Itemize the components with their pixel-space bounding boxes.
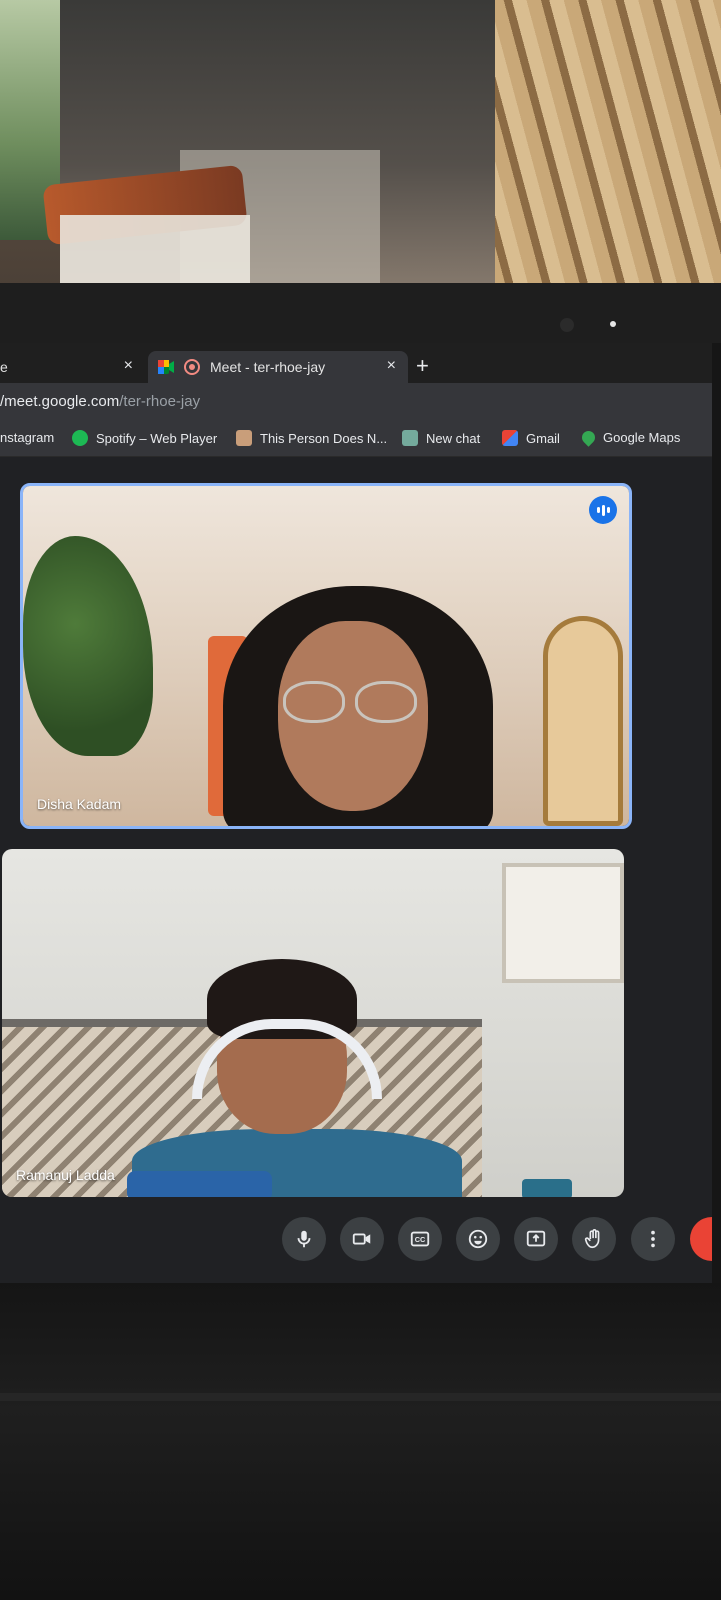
recording-icon xyxy=(184,359,200,375)
video-mug xyxy=(522,1179,572,1197)
bookmark-new-chat[interactable]: New chat xyxy=(402,430,480,446)
bookmark-google-maps[interactable]: Google Maps xyxy=(579,428,681,447)
speaking-indicator-icon xyxy=(589,496,617,524)
more-options-button[interactable] xyxy=(631,1217,675,1261)
meet-stage: Disha Kadam Ramanuj Ladda CC xyxy=(0,457,712,1283)
camera-icon xyxy=(352,1233,371,1245)
participant-name: Ramanuj Ladda xyxy=(16,1167,115,1183)
gmail-icon xyxy=(502,430,518,446)
video-phone xyxy=(127,1171,272,1197)
present-button[interactable] xyxy=(514,1217,558,1261)
face-icon xyxy=(236,430,252,446)
maps-icon xyxy=(579,428,598,447)
present-icon xyxy=(526,1230,546,1247)
video-wall-frame xyxy=(502,863,624,983)
google-meet-icon xyxy=(158,360,174,374)
participant-person xyxy=(223,586,513,826)
laptop-bezel-bottom xyxy=(0,1283,721,1600)
person-glasses xyxy=(283,681,423,726)
bookmarks-bar: nstagram Spotify – Web Player This Perso… xyxy=(0,421,712,457)
webcam-led xyxy=(610,321,616,327)
participant-tile[interactable]: Ramanuj Ladda xyxy=(2,849,624,1197)
emoji-icon xyxy=(468,1229,488,1249)
tab-previous-label: e xyxy=(0,359,8,375)
emoji-button[interactable] xyxy=(456,1217,500,1261)
laptop-hinge xyxy=(0,1393,721,1401)
bookmark-instagram[interactable]: nstagram xyxy=(0,430,54,445)
leave-call-button[interactable] xyxy=(690,1217,712,1261)
room-curtain xyxy=(495,0,721,300)
laptop: e × Meet - ter-rhoe-jay × + /meet.google… xyxy=(0,283,721,1600)
participant-video xyxy=(23,486,629,826)
room-background xyxy=(0,0,721,300)
webcam xyxy=(560,318,574,332)
url-path: /ter-rhoe-jay xyxy=(119,393,201,410)
tab-meet-label: Meet - ter-rhoe-jay xyxy=(210,359,326,375)
bookmark-this-person[interactable]: This Person Does N... xyxy=(236,430,387,446)
captions-icon: CC xyxy=(410,1231,430,1247)
raise-hand-icon xyxy=(584,1229,600,1249)
spotify-icon xyxy=(72,430,88,446)
captions-label: CC xyxy=(415,1235,426,1244)
participant-video xyxy=(2,849,624,1197)
bookmark-label: Gmail xyxy=(526,430,560,446)
bookmark-label: nstagram xyxy=(0,430,55,445)
url-host: /meet.google.com xyxy=(0,393,120,410)
tab-meet[interactable]: Meet - ter-rhoe-jay × xyxy=(148,351,408,383)
tab-previous[interactable]: e × xyxy=(0,351,145,383)
new-tab-button[interactable]: + xyxy=(416,353,429,379)
tab-close-icon[interactable]: × xyxy=(387,357,396,375)
camera-button[interactable] xyxy=(340,1217,384,1261)
address-bar[interactable]: /meet.google.com/ter-rhoe-jay xyxy=(0,383,712,421)
participant-tile[interactable]: Disha Kadam xyxy=(20,483,632,829)
participant-name: Disha Kadam xyxy=(37,796,122,812)
bookmark-label: New chat xyxy=(426,430,481,446)
microphone-icon xyxy=(297,1230,311,1248)
bookmark-label: Google Maps xyxy=(603,430,681,445)
meet-control-bar: CC xyxy=(0,1209,712,1269)
url-text[interactable]: /meet.google.com/ter-rhoe-jay xyxy=(0,393,200,410)
bookmark-spotify[interactable]: Spotify – Web Player xyxy=(72,430,217,446)
tab-close-icon[interactable]: × xyxy=(124,357,133,375)
participant-person xyxy=(132,959,462,1197)
microphone-button[interactable] xyxy=(282,1217,326,1261)
laptop-bezel-top xyxy=(0,283,721,343)
tab-strip: e × Meet - ter-rhoe-jay × + xyxy=(0,343,712,383)
more-options-icon xyxy=(651,1230,655,1248)
video-mirror xyxy=(543,616,623,826)
chatgpt-icon xyxy=(402,430,418,446)
raise-hand-button[interactable] xyxy=(572,1217,616,1261)
bookmark-gmail[interactable]: Gmail xyxy=(502,430,560,446)
captions-button[interactable]: CC xyxy=(398,1217,442,1261)
video-tree xyxy=(23,536,153,756)
bookmark-label: This Person Does N... xyxy=(260,430,388,446)
laptop-screen: e × Meet - ter-rhoe-jay × + /meet.google… xyxy=(0,343,712,1283)
bookmark-label: Spotify – Web Player xyxy=(96,430,218,446)
